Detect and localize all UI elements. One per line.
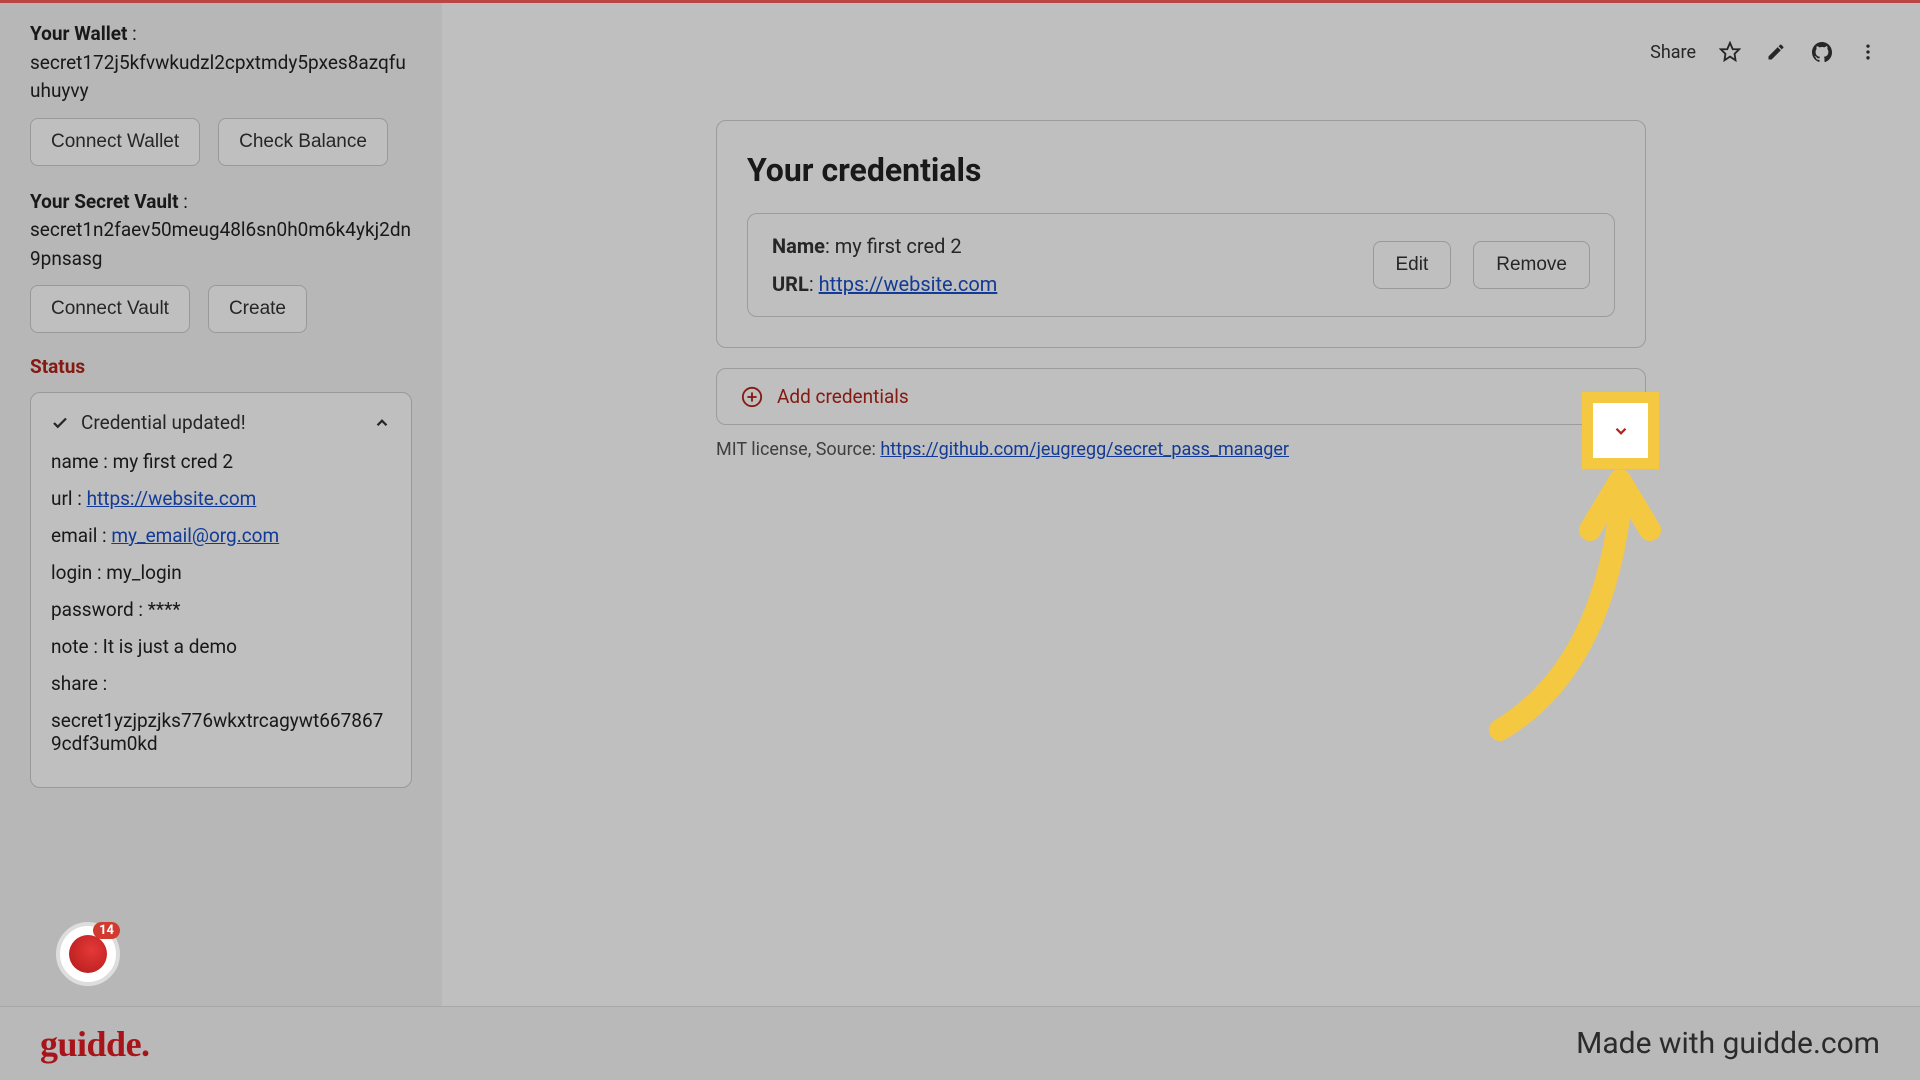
create-button[interactable]: Create <box>208 285 307 333</box>
plus-circle-icon <box>741 386 763 408</box>
status-card: Credential updated! name : my first cred… <box>30 392 412 788</box>
wallet-label: Your Wallet : <box>30 20 412 49</box>
vault-label: Your Secret Vault : <box>30 188 412 217</box>
edit-icon[interactable] <box>1764 40 1788 64</box>
chevron-down-icon <box>1612 422 1630 440</box>
detail-email-link[interactable]: my_email@org.com <box>111 524 279 547</box>
add-credentials-label: Add credentials <box>777 385 1621 408</box>
detail-name: name : my first cred 2 <box>51 450 391 473</box>
detail-url: url : https://website.com <box>51 487 391 510</box>
detail-email: email : my_email@org.com <box>51 524 391 547</box>
detail-note: note : It is just a demo <box>51 635 391 658</box>
footer-note: MIT license, Source: https://github.com/… <box>716 439 1646 460</box>
more-icon[interactable] <box>1856 40 1880 64</box>
top-actions: Share <box>1650 40 1880 64</box>
connect-wallet-button[interactable]: Connect Wallet <box>30 118 200 166</box>
badge-count: 14 <box>93 922 120 939</box>
highlight-expand-button[interactable] <box>1582 392 1659 469</box>
connect-vault-button[interactable]: Connect Vault <box>30 285 190 333</box>
notification-badge[interactable]: 14 <box>56 922 120 986</box>
guidde-bar: guidde. Made with guidde.com <box>0 1006 1920 1080</box>
credentials-card: Your credentials Name: my first cred 2 U… <box>716 120 1646 348</box>
detail-url-link[interactable]: https://website.com <box>87 487 257 510</box>
share-button[interactable]: Share <box>1650 42 1696 63</box>
add-credentials-bar[interactable]: Add credentials <box>716 368 1646 425</box>
detail-password: password : **** <box>51 598 391 621</box>
chevron-up-icon <box>373 414 391 432</box>
check-icon <box>51 414 69 432</box>
remove-button[interactable]: Remove <box>1473 241 1590 289</box>
guidde-logo: guidde. <box>40 1023 150 1065</box>
cred-url: URL: https://website.com <box>772 272 997 296</box>
detail-share-label: share : <box>51 672 391 695</box>
sidebar: Your Wallet : secret172j5kfvwkudzl2cpxtm… <box>0 0 442 1006</box>
cred-name: Name: my first cred 2 <box>772 234 997 258</box>
status-header-text: Credential updated! <box>81 411 361 434</box>
credential-item: Name: my first cred 2 URL: https://websi… <box>747 213 1615 317</box>
check-balance-button[interactable]: Check Balance <box>218 118 388 166</box>
guidde-tagline: Made with guidde.com <box>1576 1026 1880 1061</box>
annotation-arrow <box>1480 470 1680 750</box>
source-link[interactable]: https://github.com/jeugregg/secret_pass_… <box>880 439 1289 460</box>
status-header[interactable]: Credential updated! <box>51 411 391 434</box>
cred-url-link[interactable]: https://website.com <box>819 272 998 296</box>
vault-address: secret1n2faev50meug48l6sn0h0m6k4ykj2dn9p… <box>30 216 412 273</box>
edit-button[interactable]: Edit <box>1373 241 1452 289</box>
github-icon[interactable] <box>1810 40 1834 64</box>
main: Share Your credentials Name: my first cr… <box>442 0 1920 1006</box>
credentials-title: Your credentials <box>747 151 1615 189</box>
detail-share-value: secret1yzjpzjks776wkxtrcagywt6678679cdf3… <box>51 709 391 755</box>
star-icon[interactable] <box>1718 40 1742 64</box>
status-title: Status <box>30 355 412 378</box>
wallet-address: secret172j5kfvwkudzl2cpxtmdy5pxes8azqfuu… <box>30 49 412 106</box>
detail-login: login : my_login <box>51 561 391 584</box>
